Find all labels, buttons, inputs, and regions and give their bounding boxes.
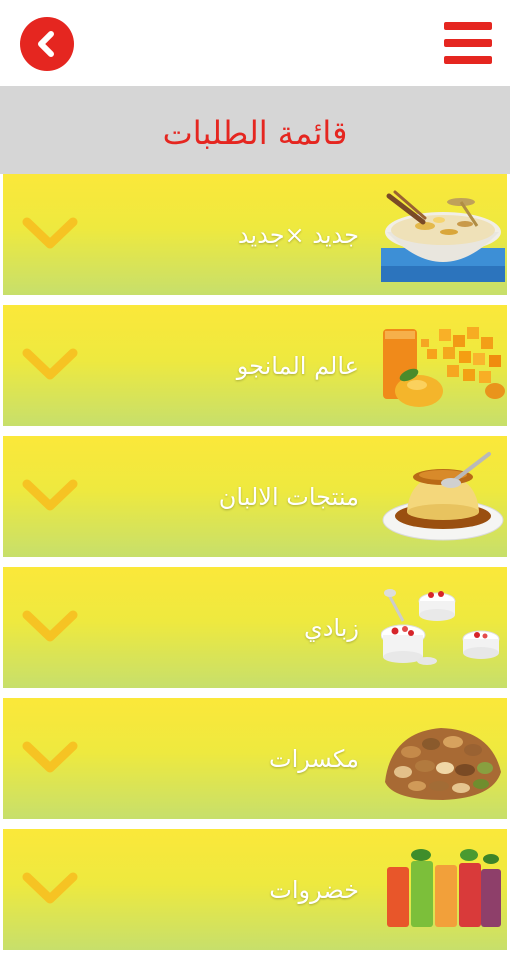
chevron-down-icon [22,872,78,904]
chevron-down-icon [22,217,78,249]
category-item[interactable]: مكسرات [3,698,507,819]
category-item[interactable]: خضروات [3,829,507,950]
menu-bar-line [444,56,492,64]
top-app-bar [0,0,510,88]
page-title: قائمة الطلبات [162,114,348,152]
chevron-left-icon [38,31,54,57]
chevron-down-icon [22,348,78,380]
chevron-down-icon [22,610,78,642]
category-label: زبادي [303,613,359,642]
chevron-down-icon [22,741,78,773]
menu-bar-line [444,39,492,47]
chevron-down-icon [22,479,78,511]
category-item[interactable]: منتجات الالبان [3,436,507,557]
category-item[interactable]: جديد ×جديد [3,174,507,295]
vegetable-juices-image [387,849,501,927]
category-label: عالم المانجو [236,351,359,380]
category-label: خضروات [269,875,359,904]
hamburger-menu-button[interactable] [444,20,492,66]
category-label: منتجات الالبان [218,482,359,511]
yogurt-cups-image [381,589,500,665]
category-label: جديد ×جديد [237,220,359,249]
category-item[interactable]: زبادي [3,567,507,688]
category-item[interactable]: عالم المانجو [3,305,507,426]
category-list: جديد ×جديد عالم المانجو منتجات الالبان ز… [0,174,510,960]
mixed-nuts-image [385,728,501,800]
pudding-bowl-image [381,190,505,282]
back-button[interactable] [20,17,74,71]
mango-juice-image [383,327,505,407]
creme-caramel-image [382,452,504,541]
page-title-bar: قائمة الطلبات [0,86,510,174]
category-label: مكسرات [268,744,359,773]
menu-bar-line [444,22,492,30]
